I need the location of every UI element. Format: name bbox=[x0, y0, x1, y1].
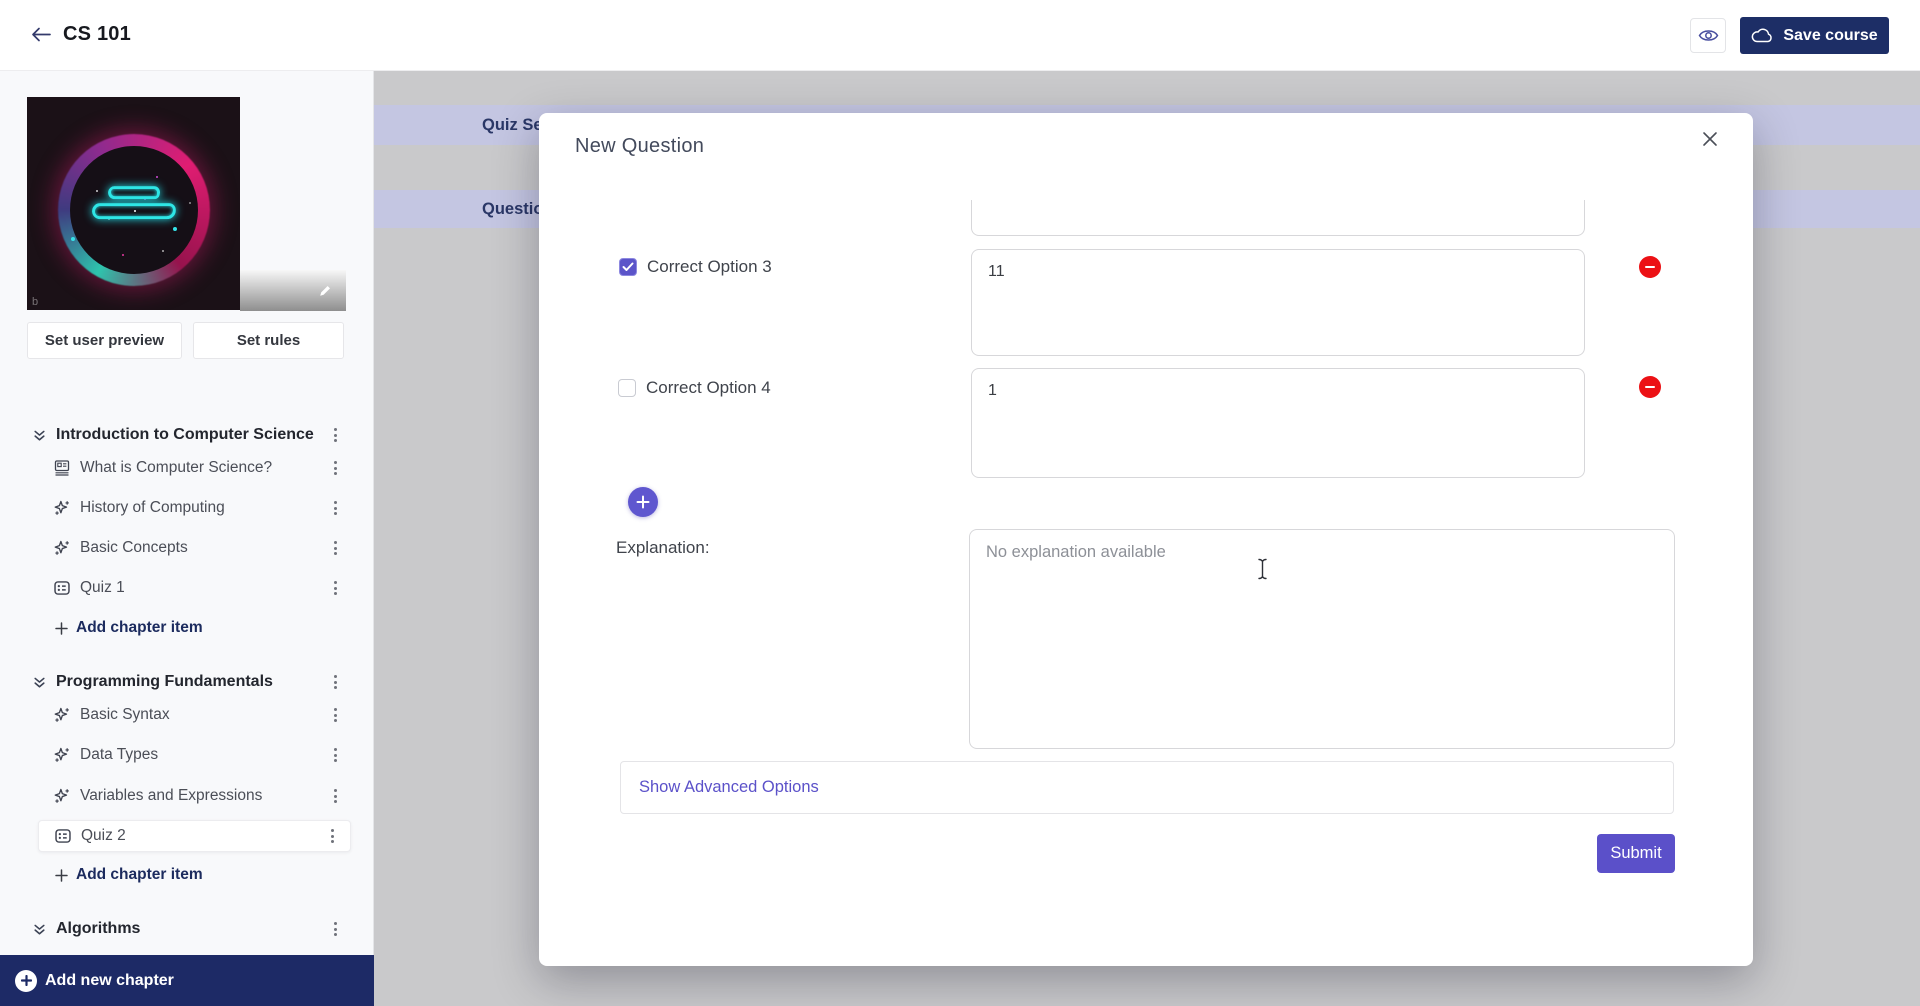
back-arrow-icon bbox=[30, 26, 52, 43]
chapter-header-intro[interactable]: Introduction to Computer Science bbox=[0, 419, 373, 451]
course-cover-image[interactable]: b bbox=[27, 97, 240, 310]
sidebar-item-quiz-2[interactable]: Quiz 2 bbox=[38, 820, 351, 852]
chapter-menu-button[interactable] bbox=[330, 424, 341, 446]
sidebar-item-variables-expressions[interactable]: Variables and Expressions bbox=[0, 780, 373, 812]
correct-option-3-checkbox[interactable] bbox=[619, 258, 637, 276]
item-label: Basic Concepts bbox=[80, 539, 188, 557]
course-sidebar: b Set user preview Set rules Introductio… bbox=[0, 71, 374, 1006]
add-chapter-item-button[interactable]: Add chapter item bbox=[0, 612, 373, 644]
submit-button[interactable]: Submit bbox=[1597, 834, 1675, 873]
item-label: Basic Syntax bbox=[80, 706, 170, 724]
sidebar-item-data-types[interactable]: Data Types bbox=[0, 739, 373, 771]
set-rules-button[interactable]: Set rules bbox=[193, 322, 344, 359]
option-4-textarea[interactable]: 1 bbox=[971, 368, 1585, 478]
minus-icon bbox=[1645, 266, 1655, 269]
option-2-textarea-partial[interactable] bbox=[971, 200, 1585, 237]
add-new-chapter-label: Add new chapter bbox=[45, 972, 174, 990]
image-watermark: b bbox=[32, 296, 38, 308]
chapter-menu-button[interactable] bbox=[330, 671, 341, 693]
item-menu-button[interactable] bbox=[330, 577, 341, 599]
chapter-title: Introduction to Computer Science bbox=[56, 426, 314, 444]
sidebar-item-quiz-1[interactable]: Quiz 1 bbox=[0, 572, 373, 604]
sidebar-item-basic-syntax[interactable]: Basic Syntax bbox=[0, 699, 373, 731]
app-window: CS 101 Save course b Set u bbox=[0, 0, 1920, 1006]
item-label: Quiz 2 bbox=[81, 827, 126, 845]
item-menu-button[interactable] bbox=[330, 457, 341, 479]
new-question-modal: New Question Correct Option 3 11 Correct… bbox=[539, 113, 1753, 966]
item-menu-button[interactable] bbox=[330, 785, 341, 807]
add-new-chapter-button[interactable]: Add new chapter bbox=[0, 955, 374, 1006]
show-advanced-options-link[interactable]: Show Advanced Options bbox=[639, 778, 819, 797]
add-option-button[interactable] bbox=[628, 487, 658, 517]
checkmark-icon bbox=[622, 262, 634, 272]
preview-eye-button[interactable] bbox=[1690, 18, 1726, 53]
plus-icon bbox=[636, 495, 650, 509]
chapter-header-programming[interactable]: Programming Fundamentals bbox=[0, 666, 373, 698]
item-menu-button[interactable] bbox=[330, 744, 341, 766]
item-menu-button[interactable] bbox=[330, 537, 341, 559]
save-course-button[interactable]: Save course bbox=[1740, 17, 1889, 54]
modal-title: New Question bbox=[575, 135, 704, 158]
item-menu-button[interactable] bbox=[330, 704, 341, 726]
ai-sparkle-icon bbox=[53, 706, 71, 724]
add-chapter-item-label: Add chapter item bbox=[76, 866, 203, 884]
option-3-textarea[interactable]: 11 bbox=[971, 249, 1585, 356]
remove-option-3-button[interactable] bbox=[1639, 256, 1661, 278]
page-title: CS 101 bbox=[63, 23, 131, 46]
quiz-icon bbox=[54, 827, 72, 845]
item-label: Quiz 1 bbox=[80, 579, 125, 597]
explanation-textarea[interactable] bbox=[969, 529, 1675, 749]
back-button[interactable] bbox=[26, 22, 56, 50]
pencil-icon bbox=[317, 283, 333, 299]
plus-circle-icon bbox=[15, 970, 37, 992]
remove-option-4-button[interactable] bbox=[1639, 376, 1661, 398]
minus-icon bbox=[1645, 386, 1655, 389]
sidebar-item-history-of-computing[interactable]: History of Computing bbox=[0, 492, 373, 524]
chapter-title: Algorithms bbox=[56, 920, 140, 938]
sidebar-item-what-is-cs[interactable]: What is Computer Science? bbox=[0, 452, 373, 484]
chapter-menu-button[interactable] bbox=[330, 918, 341, 940]
eye-icon bbox=[1698, 28, 1719, 43]
plus-icon bbox=[55, 622, 68, 635]
set-user-preview-button[interactable]: Set user preview bbox=[27, 322, 182, 359]
item-label: Variables and Expressions bbox=[80, 787, 262, 805]
correct-option-4-checkbox[interactable] bbox=[618, 379, 636, 397]
correct-option-3-label: Correct Option 3 bbox=[647, 257, 772, 277]
chapter-header-algorithms[interactable]: Algorithms bbox=[0, 913, 373, 945]
sidebar-item-basic-concepts[interactable]: Basic Concepts bbox=[0, 532, 373, 564]
cloud-icon bbox=[1751, 28, 1774, 43]
quiz-icon bbox=[53, 579, 71, 597]
correct-option-4-label: Correct Option 4 bbox=[646, 378, 771, 398]
explanation-label: Explanation: bbox=[616, 538, 710, 558]
ai-sparkle-icon bbox=[53, 787, 71, 805]
article-icon bbox=[53, 459, 71, 477]
item-menu-button[interactable] bbox=[327, 825, 338, 847]
collapse-chevrons-icon[interactable] bbox=[32, 922, 47, 937]
item-menu-button[interactable] bbox=[330, 497, 341, 519]
advanced-options-panel: Show Advanced Options bbox=[620, 761, 1674, 814]
item-label: History of Computing bbox=[80, 499, 225, 517]
chapter-title: Programming Fundamentals bbox=[56, 673, 273, 691]
collapse-chevrons-icon[interactable] bbox=[32, 428, 47, 443]
add-chapter-item-label: Add chapter item bbox=[76, 619, 203, 637]
ai-sparkle-icon bbox=[53, 746, 71, 764]
close-icon[interactable] bbox=[1693, 122, 1727, 156]
edit-image-overlay[interactable] bbox=[240, 270, 346, 311]
collapse-chevrons-icon[interactable] bbox=[32, 675, 47, 690]
ai-sparkle-icon bbox=[53, 499, 71, 517]
plus-icon bbox=[55, 869, 68, 882]
save-course-label: Save course bbox=[1783, 27, 1877, 45]
item-label: What is Computer Science? bbox=[80, 459, 272, 477]
item-label: Data Types bbox=[80, 746, 158, 764]
top-bar: CS 101 Save course bbox=[0, 0, 1920, 71]
add-chapter-item-button[interactable]: Add chapter item bbox=[0, 859, 373, 891]
ai-sparkle-icon bbox=[53, 539, 71, 557]
